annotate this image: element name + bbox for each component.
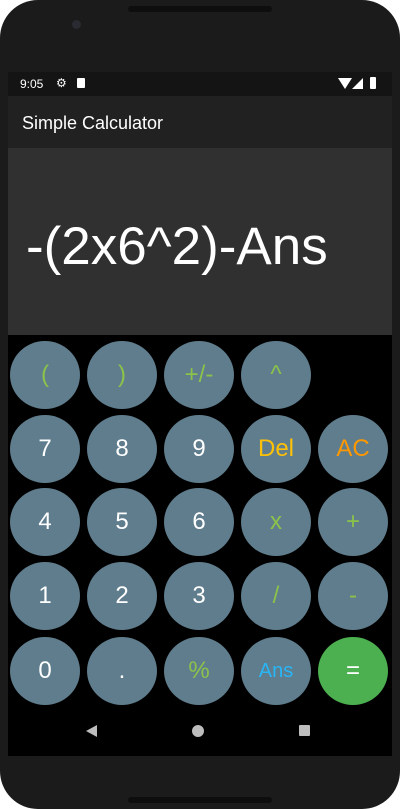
key-answer[interactable]: Ans [241, 637, 311, 705]
key-2[interactable]: 2 [87, 562, 157, 630]
status-time: 9:05 [20, 77, 44, 91]
key-8[interactable]: 8 [87, 415, 157, 483]
front-camera [72, 20, 81, 29]
key-9[interactable]: 9 [164, 415, 234, 483]
key-power[interactable]: ^ [241, 341, 311, 409]
key-subtract[interactable]: - [318, 562, 388, 630]
key-plus-minus[interactable]: +/- [164, 341, 234, 409]
key-equals[interactable]: = [318, 637, 388, 705]
calculator-display: -(2x6^2)-Ans [8, 148, 392, 335]
key-decimal[interactable]: . [87, 637, 157, 705]
key-5[interactable]: 5 [87, 488, 157, 556]
key-multiply[interactable]: x [241, 488, 311, 556]
back-icon[interactable] [86, 725, 97, 737]
signal-icon [352, 78, 363, 89]
key-1[interactable]: 1 [10, 562, 80, 630]
key-clear[interactable]: AC [318, 415, 388, 483]
wifi-icon [338, 78, 352, 89]
key-0[interactable]: 0 [10, 637, 80, 705]
status-bar: 9:05 ⚙ [8, 72, 392, 96]
key-divide[interactable]: / [241, 562, 311, 630]
key-4[interactable]: 4 [10, 488, 80, 556]
key-close-paren[interactable]: ) [87, 341, 157, 409]
key-delete[interactable]: Del [241, 415, 311, 483]
battery-icon [370, 77, 376, 89]
navigation-bar [8, 706, 392, 756]
key-6[interactable]: 6 [164, 488, 234, 556]
expression-text: -(2x6^2)-Ans [26, 217, 328, 276]
key-percent[interactable]: % [164, 637, 234, 705]
sd-card-icon [77, 78, 85, 88]
key-add[interactable]: + [318, 488, 388, 556]
settings-gear-icon: ⚙ [56, 76, 67, 90]
home-icon[interactable] [192, 725, 204, 737]
key-3[interactable]: 3 [164, 562, 234, 630]
key-open-paren[interactable]: ( [10, 341, 80, 409]
recents-icon[interactable] [299, 725, 310, 736]
device-screen: 9:05 ⚙ Simple Calculator -(2x6^2)-Ans ( … [8, 72, 392, 756]
app-bar: Simple Calculator [8, 96, 392, 148]
phone-frame: 9:05 ⚙ Simple Calculator -(2x6^2)-Ans ( … [0, 0, 400, 809]
app-title: Simple Calculator [22, 113, 164, 133]
phone-top-bar [128, 6, 272, 12]
phone-bottom-bar [128, 797, 272, 803]
key-7[interactable]: 7 [10, 415, 80, 483]
keypad: ( ) +/- ^ 7 8 9 Del AC 4 5 6 x + 1 2 3 /… [8, 335, 392, 706]
